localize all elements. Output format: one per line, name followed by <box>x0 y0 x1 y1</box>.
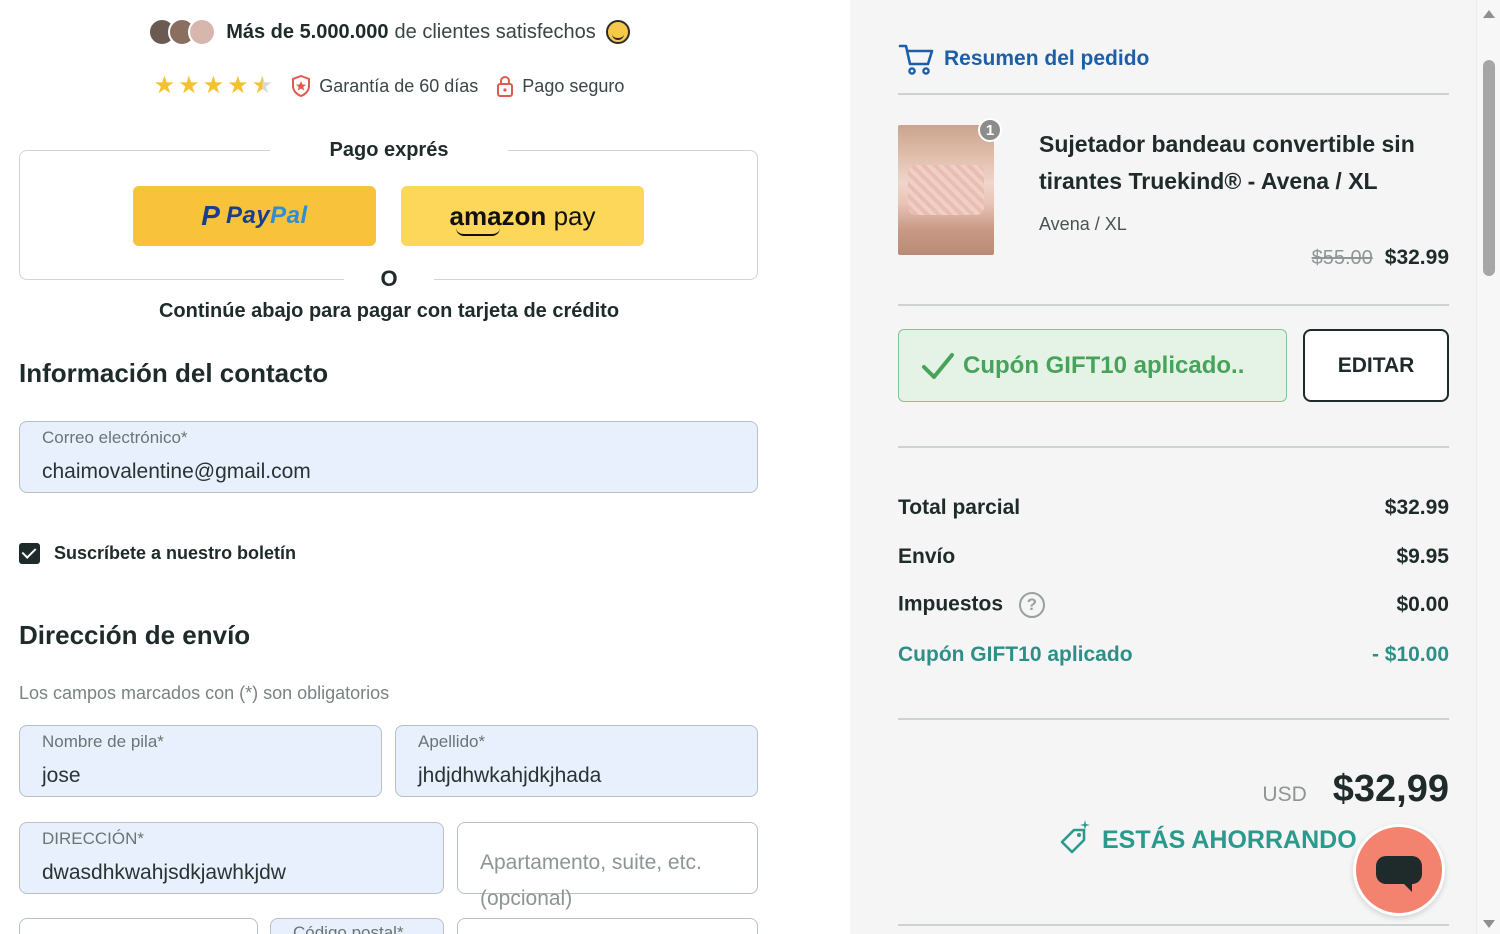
coupon-discount-value: - $10.00 <box>1371 643 1449 666</box>
address-field[interactable]: DIRECCIÓN* dwasdhkwahjsdkjawhkjdw <box>19 822 444 894</box>
coupon-discount-row: Cupón GIFT10 aplicado - $10.00 <box>898 643 1449 667</box>
contact-section-title: Información del contacto <box>19 358 329 388</box>
newsletter-row[interactable]: Suscríbete a nuestro boletín <box>19 543 296 564</box>
divider <box>898 446 1449 448</box>
guarantee-text: Garantía de 60 días <box>319 75 479 96</box>
order-summary-title: Resumen del pedido <box>944 47 1150 70</box>
customers-text: de clientes satisfechos <box>394 20 596 43</box>
required-fields-note: Los campos marcados con (*) son obligato… <box>19 683 390 703</box>
taxes-value: $0.00 <box>1396 593 1449 616</box>
lock-icon <box>497 75 514 97</box>
email-value: chaimovalentine@gmail.com <box>42 460 311 483</box>
product-price: $32.99 <box>1384 246 1449 269</box>
scroll-down-arrow-icon[interactable] <box>1483 920 1495 928</box>
amazon-pay-logo: amazon pay <box>449 200 596 236</box>
shipping-value: $9.95 <box>1396 545 1449 568</box>
paypal-logo: PayPal <box>225 202 308 229</box>
star-icon: ★ <box>227 72 249 99</box>
tag-sparkle-icon <box>1060 820 1090 854</box>
shipping-section-title: Dirección de envío <box>19 620 251 650</box>
avatar <box>188 18 217 46</box>
state-field[interactable] <box>457 918 758 934</box>
coupon-applied-box: Cupón GIFT10 aplicado.. <box>898 329 1287 402</box>
amazon-pay-button[interactable]: amazon pay <box>401 186 644 246</box>
chat-bubble-icon <box>1376 856 1422 892</box>
city-field[interactable] <box>19 918 258 934</box>
product-image <box>898 125 994 255</box>
last-name-field[interactable]: Apellido* jhdjdhwkahjdkjhada <box>395 725 758 797</box>
or-separator: O <box>0 266 778 292</box>
address-label: DIRECCIÓN* <box>42 829 145 848</box>
paypal-button[interactable]: P PayPal <box>133 186 376 246</box>
first-name-field[interactable]: Nombre de pila* jose <box>19 725 382 797</box>
shipping-row: Envío $9.95 <box>898 545 1449 569</box>
help-icon[interactable]: ? <box>1018 592 1045 618</box>
page-scrollbar[interactable] <box>1476 0 1500 934</box>
order-summary-header: Resumen del pedido <box>898 42 1149 76</box>
product-prices: $55.00 $32.99 <box>1312 246 1449 270</box>
customers-count: Más de 5.000.000 <box>226 20 389 43</box>
last-name-label: Apellido* <box>418 732 486 751</box>
last-name-value: jhdjdhwkahjdkjhada <box>418 764 602 787</box>
saving-banner: ESTÁS AHORRANDO <box>1056 820 1357 860</box>
secure-payment-badge: Pago seguro <box>496 75 624 97</box>
subtotal-value: $32.99 <box>1384 496 1449 519</box>
first-name-value: jose <box>42 764 81 787</box>
apartment-field[interactable]: Apartamento, suite, etc. (opcional) <box>457 822 758 910</box>
chat-button[interactable] <box>1353 824 1445 916</box>
currency-label: USD <box>1262 783 1307 806</box>
order-summary-column: Resumen del pedido 1 Sujetador bandeau c… <box>850 0 1476 934</box>
star-icon: ★ <box>202 72 225 99</box>
customer-avatars <box>148 18 217 46</box>
checkout-form-column: Más de 5.000.000 de clientes satisfechos… <box>0 0 850 934</box>
shield-icon <box>292 75 311 97</box>
first-name-label: Nombre de pila* <box>42 732 164 751</box>
email-field[interactable]: Correo electrónico* chaimovalentine@gmai… <box>19 421 758 493</box>
express-checkout-box <box>19 150 758 280</box>
scrollbar-thumb[interactable] <box>1483 60 1495 276</box>
taxes-row: Impuestos ? $0.00 <box>898 592 1449 618</box>
divider <box>898 304 1449 306</box>
shipping-label: Envío <box>898 545 956 568</box>
star-icon: ★ <box>153 72 176 99</box>
express-checkout-title: Pago exprés <box>0 139 778 162</box>
product-variant: Avena / XL <box>1039 214 1127 234</box>
divider <box>898 718 1449 720</box>
customers-trust-row: Más de 5.000.000 de clientes satisfechos <box>0 18 778 46</box>
star-icon: ★ <box>178 72 200 99</box>
taxes-label-group: Impuestos ? <box>898 592 1045 618</box>
saving-text: ESTÁS AHORRANDO <box>1102 825 1357 854</box>
rating-stars: ★ ★ ★ ★ ★ <box>154 74 274 98</box>
quantity-badge: 1 <box>978 118 1002 142</box>
email-label: Correo electrónico* <box>42 428 188 447</box>
newsletter-checkbox[interactable] <box>19 543 40 564</box>
postal-code-field[interactable]: Código postal* <box>270 918 444 934</box>
check-icon <box>922 352 954 379</box>
grand-total-row: USD $32,99 <box>1262 768 1449 811</box>
postal-code-label: Código postal* <box>293 923 404 934</box>
secure-payment-text: Pago seguro <box>522 75 625 96</box>
trust-badges-row: ★ ★ ★ ★ ★ Garantía de 60 días Pago segur… <box>0 74 778 98</box>
edit-coupon-button[interactable]: EDITAR <box>1303 329 1449 402</box>
continue-below-text: Continúe abajo para pagar con tarjeta de… <box>158 300 620 322</box>
product-name: Sujetador bandeau convertible sin tirant… <box>1039 131 1415 194</box>
address-value: dwasdhkwahjsdkjawhkjdw <box>42 861 286 884</box>
apartment-placeholder: Apartamento, suite, etc. (opcional) <box>480 851 702 910</box>
guarantee-badge: Garantía de 60 días <box>291 75 478 97</box>
scroll-up-arrow-icon[interactable] <box>1483 10 1495 18</box>
subtotal-row: Total parcial $32.99 <box>898 496 1449 520</box>
coupon-applied-text: Cupón GIFT10 aplicado.. <box>963 351 1245 379</box>
product-old-price: $55.00 <box>1311 247 1373 269</box>
smile-icon <box>605 20 630 44</box>
star-half-icon: ★ <box>251 72 274 99</box>
taxes-label: Impuestos <box>898 592 1004 616</box>
paypal-logo-icon: P <box>201 200 220 231</box>
newsletter-label: Suscríbete a nuestro boletín <box>54 543 297 563</box>
coupon-discount-label: Cupón GIFT10 aplicado <box>898 643 1133 666</box>
divider <box>898 924 1449 926</box>
grand-total: $32,99 <box>1332 768 1449 810</box>
cart-icon <box>898 44 934 75</box>
divider <box>898 93 1449 95</box>
subtotal-label: Total parcial <box>898 496 1021 519</box>
